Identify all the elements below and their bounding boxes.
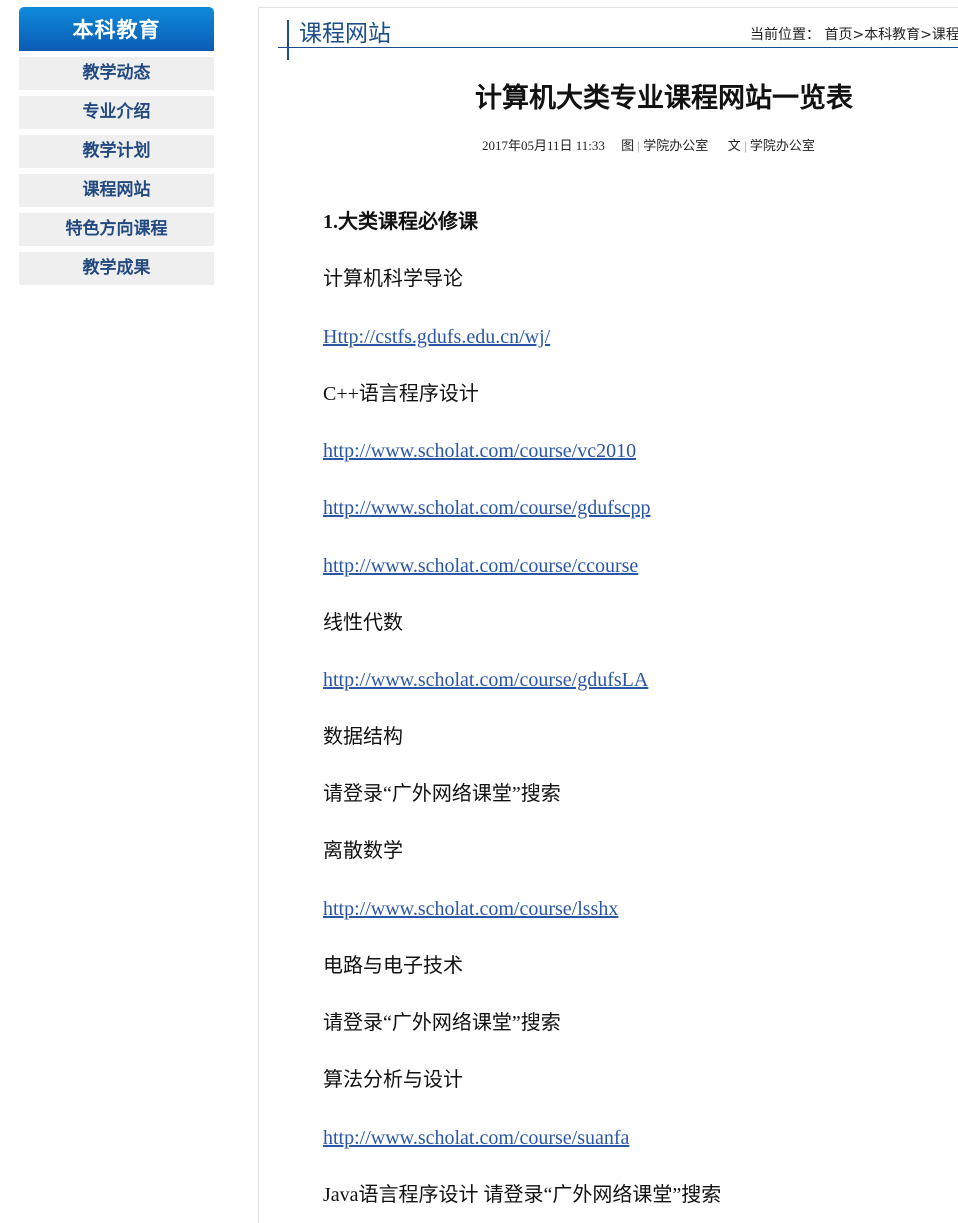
course-name: Java语言程序设计 请登录“广外网络课堂”搜索 — [323, 1184, 722, 1206]
course-link-item: http://www.scholat.com/course/suanfa — [323, 1125, 629, 1151]
header-accent-bar — [287, 20, 289, 60]
course-link-item: http://www.scholat.com/course/vc2010 — [323, 438, 636, 464]
sidebar-title: 本科教育 — [19, 7, 214, 51]
sidebar-item-teaching-plan[interactable]: 教学计划 — [19, 135, 214, 168]
course-link-item: http://www.scholat.com/course/gdufsLA — [323, 667, 648, 693]
breadcrumb-home-link[interactable]: 首页 — [824, 27, 852, 43]
course-link[interactable]: http://www.scholat.com/course/vc2010 — [323, 440, 636, 462]
course-name: 计算机科学导论 — [323, 268, 463, 290]
course-link[interactable]: http://www.scholat.com/course/gdufsLA — [323, 669, 648, 691]
login-hint: 请登录“广外网络课堂”搜索 — [323, 783, 561, 805]
section-heading: 1.大类课程必修课 — [323, 211, 478, 233]
article-date: 2017年05月11日 11:33 — [482, 138, 605, 153]
login-hint: 请登录“广外网络课堂”搜索 — [323, 1012, 561, 1034]
article-meta: 2017年05月11日 11:33 图 | 学院办公室 文 | 学院办公室 — [482, 135, 815, 154]
course-name: 数据结构 — [323, 726, 403, 748]
course-link[interactable]: http://www.scholat.com/course/suanfa — [323, 1127, 629, 1149]
column-title: 课程网站 — [299, 21, 391, 47]
course-name: 线性代数 — [323, 612, 403, 634]
sidebar-item-course-websites[interactable]: 课程网站 — [19, 174, 214, 207]
sidebar-item-major-intro[interactable]: 专业介绍 — [19, 96, 214, 129]
course-link-item: http://www.scholat.com/course/lsshx — [323, 896, 618, 922]
article-image-source: 学院办公室 — [643, 138, 709, 153]
meta-separator: | — [637, 138, 641, 153]
breadcrumb-current-link[interactable]: 课程 — [932, 27, 958, 43]
course-link-item: Http://cstfs.gdufs.edu.cn/wj/ — [323, 324, 550, 350]
sidebar-item-teaching-results[interactable]: 教学成果 — [19, 252, 214, 285]
course-name: 离散数学 — [323, 840, 403, 862]
main-content: 课程网站 当前位置： 首页>本科教育>课程 计算机大类专业课程网站一览表 201… — [258, 7, 958, 1223]
course-name: 算法分析与设计 — [323, 1069, 463, 1091]
sidebar-item-special-courses[interactable]: 特色方向课程 — [19, 213, 214, 246]
course-link-item: http://www.scholat.com/course/ccourse — [323, 553, 638, 579]
course-link[interactable]: http://www.scholat.com/course/gdufscpp — [323, 497, 651, 519]
meta-separator: | — [744, 138, 747, 153]
breadcrumb: 当前位置： 首页>本科教育>课程 — [750, 25, 958, 45]
breadcrumb-separator: > — [852, 27, 865, 43]
sidebar: 本科教育 教学动态 专业介绍 教学计划 课程网站 特色方向课程 教学成果 — [19, 7, 214, 285]
breadcrumb-section-link[interactable]: 本科教育 — [864, 27, 920, 43]
course-link[interactable]: Http://cstfs.gdufs.edu.cn/wj/ — [323, 326, 550, 348]
course-link-item: http://www.scholat.com/course/gdufscpp — [323, 495, 651, 521]
article-image-label: 图 — [621, 138, 635, 153]
course-name: C++语言程序设计 — [323, 383, 479, 405]
sidebar-item-teaching-news[interactable]: 教学动态 — [19, 57, 214, 90]
article-text-source: 学院办公室 — [749, 138, 815, 153]
course-name: 电路与电子技术 — [323, 955, 463, 977]
breadcrumb-label: 当前位置： — [750, 27, 820, 43]
course-link[interactable]: http://www.scholat.com/course/lsshx — [323, 898, 618, 920]
column-header: 课程网站 当前位置： 首页>本科教育>课程 — [278, 8, 958, 60]
article-text-label: 文 — [727, 138, 741, 153]
course-link[interactable]: http://www.scholat.com/course/ccourse — [323, 555, 638, 577]
breadcrumb-separator: > — [920, 27, 932, 43]
article-title: 计算机大类专业课程网站一览表 — [475, 83, 853, 114]
